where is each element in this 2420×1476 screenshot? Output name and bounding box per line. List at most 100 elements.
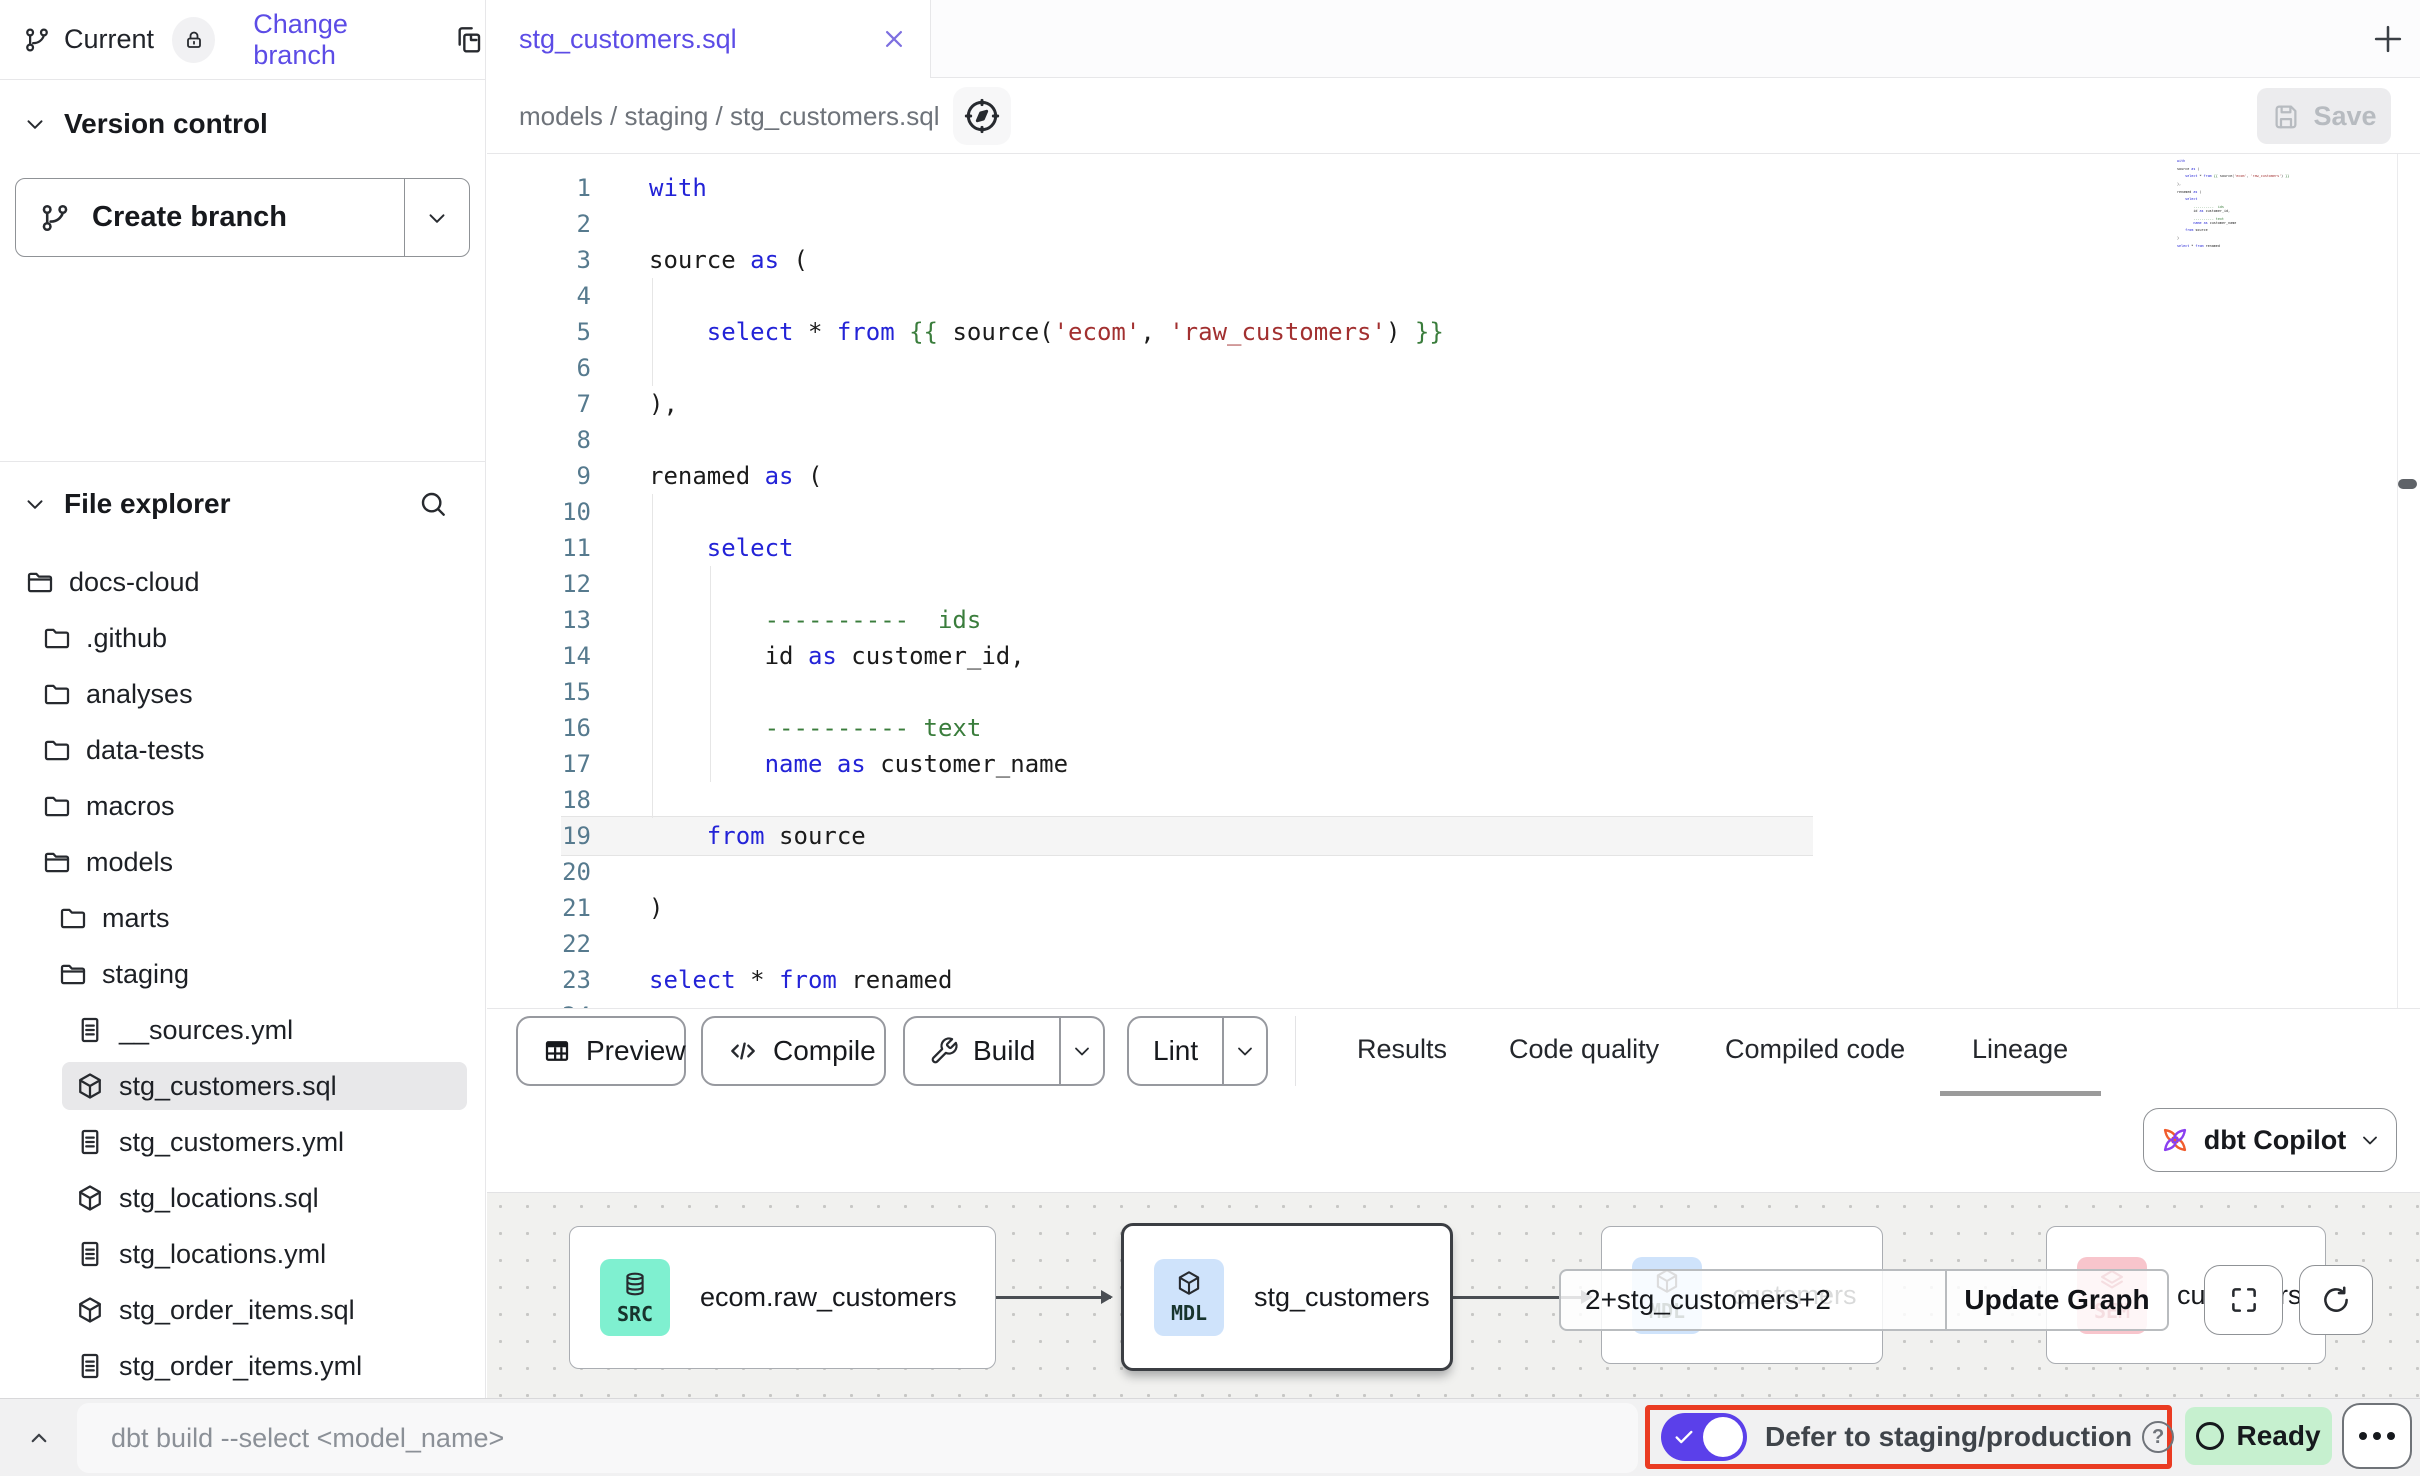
tree-item-stg-order-items-yml[interactable]: stg_order_items.yml [0,1338,486,1394]
more-options-button[interactable] [2342,1403,2412,1469]
code-line: 8 [487,422,2420,458]
tree-item-docs-cloud[interactable]: docs-cloud [0,554,486,610]
create-branch-dropdown[interactable] [404,179,469,256]
lineage-selector-input[interactable]: 2+stg_customers+2 [1561,1271,1945,1329]
tree-item--github[interactable]: .github [0,610,486,666]
tree-item-label: macros [86,791,175,822]
tree-item-label: stg_customers.yml [119,1127,344,1158]
tree-item-stg-order-items-sql[interactable]: stg_order_items.sql [0,1282,486,1338]
tab-compiled-code[interactable]: Compiled code [1725,1034,1905,1065]
fullscreen-icon [2227,1283,2261,1317]
chevron-up-icon[interactable] [24,1423,54,1453]
tree-item-staging[interactable]: staging [0,946,486,1002]
tree-item-label: stg_customers.sql [119,1071,337,1102]
tree-item-label: analyses [86,679,193,710]
compass-icon [962,96,1002,136]
code-line: 6 [487,350,2420,386]
folder-open-icon [42,847,72,877]
tree-item--sources-yml[interactable]: __sources.yml [0,1002,486,1058]
build-dropdown[interactable] [1059,1018,1103,1084]
defer-toggle[interactable] [1661,1413,1747,1461]
file-explorer-title: File explorer [64,488,231,520]
node-label: ecom.raw_customers [700,1282,957,1313]
database-icon [621,1270,649,1298]
code-line: 3source as ( [487,242,2420,278]
main-pane: stg_customers.sql models / staging / stg… [487,0,2420,1398]
code-line: 1with [487,170,2420,206]
tree-item-label: stg_locations.yml [119,1239,326,1270]
file-icon [75,1015,105,1045]
editor-scrollbar-gutter[interactable] [2397,154,2420,1008]
tree-item-stg-locations-yml[interactable]: stg_locations.yml [0,1226,486,1282]
save-label: Save [2313,101,2376,132]
check-icon [1673,1426,1695,1448]
lineage-node-source[interactable]: SRC ecom.raw_customers [569,1226,996,1369]
save-button[interactable]: Save [2257,88,2391,144]
lineage-node-stg-customers[interactable]: MDL stg_customers [1121,1223,1453,1371]
code-line: 14 id as customer_id, [487,638,2420,674]
command-placeholder: dbt build --select <model_name> [111,1423,504,1454]
tree-item-models[interactable]: models [0,834,486,890]
build-button[interactable]: Build [903,1016,1105,1086]
tree-item-label: .github [86,623,167,654]
code-line: 23select * from renamed [487,962,2420,998]
lint-dropdown[interactable] [1222,1018,1266,1084]
tree-item-label: __sources.yml [119,1015,293,1046]
refresh-icon [2319,1283,2353,1317]
command-input[interactable]: dbt build --select <model_name> [77,1403,1638,1473]
tab-code-quality[interactable]: Code quality [1509,1034,1659,1065]
page-scrollbar-thumb[interactable] [2398,479,2417,489]
tree-item-label: data-tests [86,735,205,766]
editor-minimap[interactable]: with source as ( select * from {{ source… [2177,160,2383,252]
code-line: 9renamed as ( [487,458,2420,494]
copy-branch-icon[interactable] [453,24,485,56]
folder-icon [42,791,72,821]
toggle-knob [1703,1417,1743,1457]
dbt-copilot-button[interactable]: dbt Copilot [2143,1108,2397,1172]
breadcrumb: models / staging / stg_customers.sql [519,101,940,132]
create-branch-button[interactable]: Create branch [15,178,470,257]
model-icon [75,1295,105,1325]
tree-item-stg-customers-yml[interactable]: stg_customers.yml [0,1114,486,1170]
dbt-copilot-icon [2158,1123,2192,1157]
code-line: 19 from source [487,818,2420,854]
folder-icon [42,679,72,709]
close-icon[interactable] [879,24,909,54]
folder-icon [42,623,72,653]
refresh-button[interactable] [2299,1265,2373,1335]
update-graph-button[interactable]: Update Graph [1945,1271,2167,1329]
lineage-graph[interactable]: SRC ecom.raw_customers MDL stg_customers… [487,1192,2420,1398]
fullscreen-button[interactable] [2204,1265,2283,1335]
compile-label: Compile [773,1035,876,1067]
tree-item-macros[interactable]: macros [0,778,486,834]
new-tab-button[interactable] [2369,20,2407,58]
build-label: Build [973,1035,1035,1067]
tree-item-stg-locations-sql[interactable]: stg_locations.sql [0,1170,486,1226]
chevron-down-icon[interactable] [22,111,48,137]
tree-item-marts[interactable]: marts [0,890,486,946]
preview-button[interactable]: Preview [516,1016,686,1086]
lint-button[interactable]: Lint [1127,1016,1268,1086]
help-icon[interactable]: ? [2142,1421,2174,1453]
chevron-down-icon[interactable] [22,491,48,517]
tree-item-data-tests[interactable]: data-tests [0,722,486,778]
change-branch-link[interactable]: Change branch [253,9,427,71]
tab-lineage[interactable]: Lineage [1972,1034,2068,1065]
tab-stg-customers-sql[interactable]: stg_customers.sql [487,0,931,78]
tree-item-stg-customers-sql[interactable]: stg_customers.sql [0,1058,486,1114]
code-editor[interactable]: 1with23source as (45 select * from {{ so… [487,154,2420,1008]
active-tab-underline [1940,1091,2101,1096]
tab-results[interactable]: Results [1357,1034,1447,1065]
compile-button[interactable]: Compile [701,1016,886,1086]
code-line: 10 [487,494,2420,530]
code-icon [727,1035,759,1067]
status-circle-icon [2196,1422,2224,1450]
copilot-compass-button[interactable] [953,87,1011,145]
branch-lock-badge [172,17,215,63]
tree-item-analyses[interactable]: analyses [0,666,486,722]
tab-title: stg_customers.sql [519,24,737,55]
code-line: 21) [487,890,2420,926]
src-badge: SRC [600,1259,670,1336]
file-search-icon[interactable] [417,488,449,520]
folder-icon [58,903,88,933]
